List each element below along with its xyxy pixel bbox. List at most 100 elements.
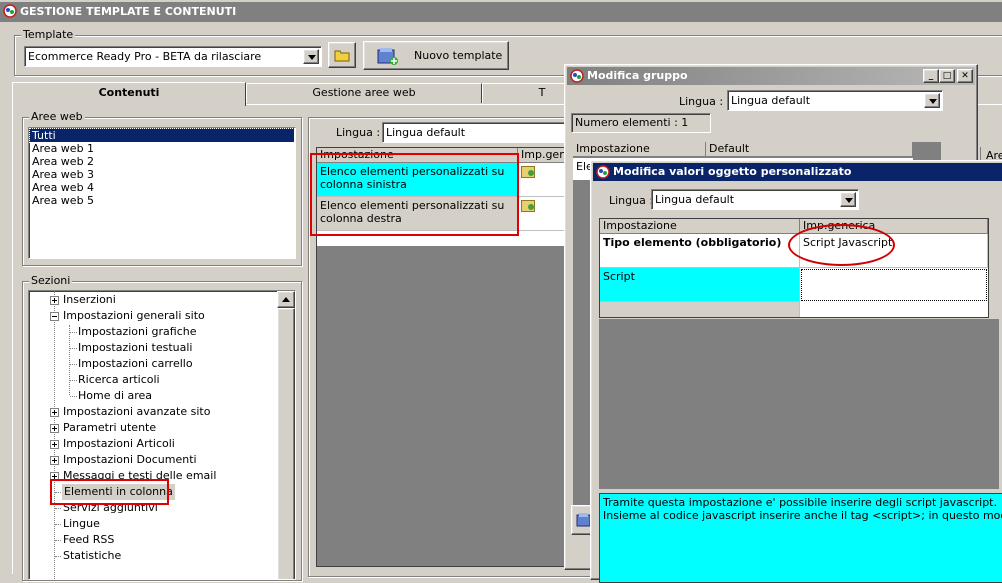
tree-item[interactable]: Impostazioni avanzate sito — [63, 404, 210, 420]
tree-line — [70, 380, 77, 381]
tree-item-elementi-in-colonna[interactable]: Elementi in colonna — [62, 484, 175, 500]
edit-icon[interactable] — [521, 166, 535, 178]
tree-item[interactable]: Statistiche — [63, 548, 121, 564]
main-window-title: GESTIONE TEMPLATE E CONTENUTI — [20, 5, 237, 18]
description-line: Insieme al codice javascript inserire an… — [603, 509, 1002, 522]
valori-row-tipo-elemento[interactable]: Tipo elemento (obbligatorio) — [600, 234, 800, 268]
modifica-gruppo-titlebar: Modifica gruppo _ □ ✕ — [567, 67, 975, 85]
sezioni-tree[interactable]: Inserzioni Impostazioni generali sito Im… — [28, 290, 296, 580]
valori-grid-header-imp-generica: Imp.generica — [800, 219, 988, 234]
scroll-up-button[interactable] — [277, 291, 295, 308]
tree-line — [70, 332, 77, 333]
tree-line — [70, 364, 77, 365]
tree-item[interactable]: Feed RSS — [63, 532, 114, 548]
valori-row-script[interactable]: Script — [600, 268, 800, 302]
valori-grid[interactable]: Impostazione Imp.generica Tipo elemento … — [599, 218, 989, 318]
expand-icon[interactable] — [50, 424, 59, 433]
modifica-valori-title: Modifica valori oggetto personalizzato — [613, 165, 852, 178]
tree-line — [55, 492, 61, 493]
gruppo-lingua-select[interactable]: Lingua default — [727, 90, 943, 111]
chevron-up-icon — [282, 297, 290, 302]
tab-contenuti[interactable]: Contenuti — [12, 82, 246, 106]
main-grid-row-sinistra[interactable]: Elenco elementi personalizzati su colonn… — [317, 163, 518, 197]
tree-item[interactable]: Parametri utente — [63, 420, 156, 436]
close-button[interactable]: ✕ — [957, 69, 973, 83]
tree-line — [70, 348, 77, 349]
main-grid-header-impostazione: Impostazione — [317, 148, 518, 163]
tree-scrollbar[interactable] — [277, 291, 295, 579]
valori-grid-header-impostazione: Impostazione — [600, 219, 800, 234]
expand-icon[interactable] — [50, 440, 59, 449]
expand-icon[interactable] — [50, 408, 59, 417]
tree-item[interactable]: Impostazioni carrello — [78, 356, 193, 372]
valori-row-script-value[interactable] — [801, 269, 987, 301]
gruppo-grid-header-default: Default — [706, 142, 913, 157]
template-select-dropdown[interactable] — [303, 49, 319, 64]
template-select-value: Ecommerce Ready Pro - BETA da rilasciare — [28, 50, 262, 63]
tree-line — [55, 540, 61, 541]
main-lingua-label: Lingua : — [336, 126, 381, 139]
tree-item[interactable]: Lingue — [63, 516, 100, 532]
modifica-valori-dialog: Modifica valori oggetto personalizzato L… — [590, 160, 1002, 583]
tree-item[interactable]: Impostazioni testuali — [78, 340, 193, 356]
tab-third-label: T — [538, 86, 546, 99]
template-select[interactable]: Ecommerce Ready Pro - BETA da rilasciare — [24, 46, 322, 67]
tree-item[interactable]: Impostazioni Documenti — [63, 452, 197, 468]
gruppo-lingua-dropdown[interactable] — [924, 93, 940, 108]
minimize-button[interactable]: _ — [923, 69, 939, 83]
aree-web-item[interactable]: Tutti — [29, 128, 295, 143]
aree-web-item[interactable]: Area web 2 — [30, 155, 294, 168]
new-template-button[interactable]: Nuovo template — [363, 41, 509, 70]
tree-item[interactable]: Impostazioni Articoli — [63, 436, 175, 452]
app-icon — [596, 165, 610, 179]
new-template-label: Nuovo template — [414, 49, 503, 62]
app-icon — [570, 69, 584, 83]
valori-lingua-value: Lingua default — [655, 193, 735, 206]
aree-web-item[interactable]: Area web 5 — [30, 194, 294, 207]
aree-web-list[interactable]: Tutti Area web 1 Area web 2 Area web 3 A… — [28, 127, 296, 259]
tree-line — [54, 291, 55, 579]
tree-item[interactable]: Ricerca articoli — [78, 372, 160, 388]
maximize-button[interactable]: □ — [939, 69, 955, 83]
template-group-label: Template — [21, 28, 76, 41]
folder-icon — [334, 50, 350, 62]
tree-item[interactable]: Messaggi e testi delle email — [63, 468, 216, 484]
aree-web-item[interactable]: Area web 1 — [30, 142, 294, 155]
description-line: Tramite questa impostazione e' possibile… — [603, 496, 997, 509]
tab-gestione-aree-web[interactable]: Gestione aree web — [246, 83, 482, 103]
collapse-icon[interactable] — [50, 312, 59, 321]
aree-web-label: Aree web — [29, 110, 85, 123]
gruppo-grid-header-impostazione: Impostazione — [573, 142, 706, 157]
expand-icon[interactable] — [50, 296, 59, 305]
chevron-down-icon — [845, 198, 853, 203]
tab-contenuti-label: Contenuti — [98, 86, 160, 99]
tree-item[interactable]: Home di area — [78, 388, 152, 404]
main-lingua-select[interactable]: Lingua default — [382, 122, 582, 143]
tree-item[interactable]: Servizi aggiuntivi — [63, 500, 158, 516]
open-folder-button[interactable] — [328, 42, 356, 68]
valori-lingua-label: Lingua : — [609, 194, 654, 207]
modifica-valori-titlebar: Modifica valori oggetto personalizzato — [593, 163, 1002, 181]
gruppo-lingua-label: Lingua : — [679, 95, 724, 108]
main-lingua-value: Lingua default — [386, 126, 466, 139]
expand-icon[interactable] — [50, 456, 59, 465]
tree-line — [55, 556, 61, 557]
tree-item[interactable]: Impostazioni grafiche — [78, 324, 197, 340]
aree-web-item[interactable]: Area web 4 — [30, 181, 294, 194]
main-grid-row-destra[interactable]: Elenco elementi personalizzati su colonn… — [317, 197, 518, 231]
valori-lingua-select[interactable]: Lingua default — [651, 189, 859, 210]
chevron-down-icon — [308, 55, 316, 60]
valori-row-tipo-elemento-value[interactable]: Script Javascript — [800, 234, 988, 268]
tree-line — [55, 524, 61, 525]
scroll-thumb[interactable] — [277, 308, 295, 579]
tree-item[interactable]: Inserzioni — [63, 292, 116, 308]
tree-line — [70, 396, 77, 397]
aree-web-item[interactable]: Area web 3 — [30, 168, 294, 181]
sezioni-label: Sezioni — [29, 274, 73, 287]
main-grid[interactable]: Impostazione Imp.gene Elenco elementi pe… — [316, 147, 576, 567]
valori-lingua-dropdown[interactable] — [840, 192, 856, 207]
tree-item[interactable]: Impostazioni generali sito — [63, 308, 205, 324]
edit-icon[interactable] — [521, 200, 535, 212]
expand-icon[interactable] — [50, 472, 59, 481]
tree-line — [55, 508, 61, 509]
